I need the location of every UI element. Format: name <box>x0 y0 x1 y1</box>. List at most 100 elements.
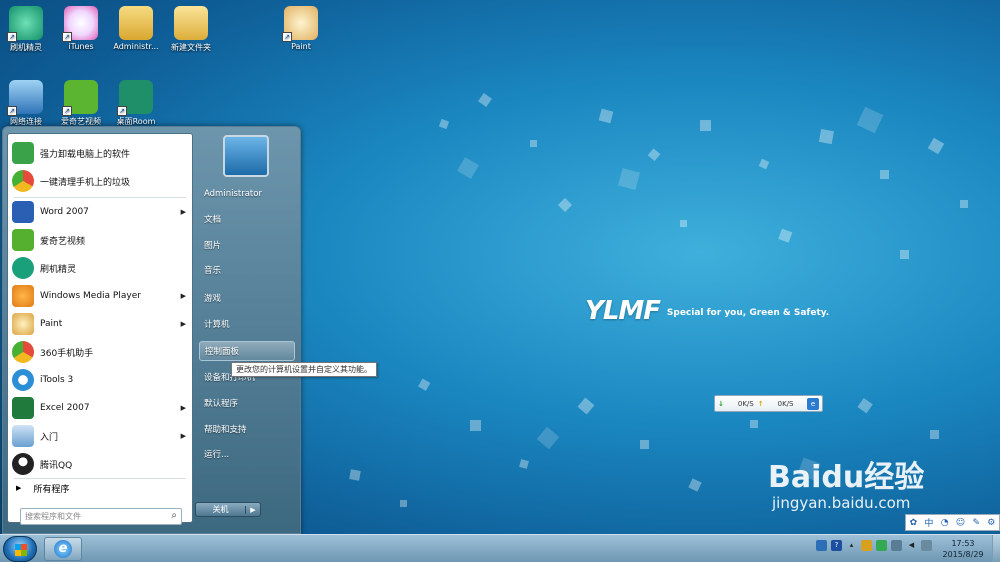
download-arrow-icon: ↓ <box>718 399 724 408</box>
taskbar-ie-button[interactable]: e <box>44 537 82 561</box>
folder-icon <box>174 6 208 40</box>
program-label: 360手机助手 <box>40 348 94 359</box>
program-label: 入门 <box>40 432 59 443</box>
program-item-excel[interactable]: Excel 2007 ▶ <box>8 395 192 421</box>
places-item-help[interactable]: 帮助和支持 <box>199 419 295 439</box>
getting-started-icon <box>12 425 34 447</box>
itunes-icon: ↗ <box>62 6 98 42</box>
network-icon: ↗ <box>7 80 43 116</box>
program-item-iqiyi[interactable]: 爱奇艺视频 <box>8 227 192 253</box>
r-app-icon: ↗ <box>117 80 153 116</box>
program-item-qq[interactable]: 腾讯QQ <box>8 451 192 477</box>
upload-arrow-icon: ↑ <box>757 399 764 408</box>
desktop-icon-network[interactable]: ↗ 网络连接 <box>0 80 56 127</box>
clock-time: 17:53 <box>951 539 975 548</box>
start-search-input[interactable]: 搜索程序和文件 ⌕ <box>20 508 182 525</box>
program-item-getting-started[interactable]: 入门 ▶ <box>8 423 192 449</box>
program-item-itools[interactable]: iTools 3 <box>8 367 192 393</box>
taskbar: e ? ▴ ◀ 17:53 2015/8/29 <box>0 534 1000 562</box>
keyboard-icon[interactable] <box>891 540 902 551</box>
shield-icon[interactable] <box>861 540 872 551</box>
emoji-icon[interactable]: ☺ <box>956 518 965 528</box>
taskbar-clock[interactable]: 17:53 2015/8/29 <box>938 538 988 560</box>
chevron-right-icon: ▶ <box>180 432 186 440</box>
places-item-documents[interactable]: 文档 <box>199 209 295 229</box>
ie-icon: e <box>54 540 72 558</box>
search-icon: ⌕ <box>171 510 177 521</box>
help-icon[interactable]: ? <box>831 540 842 551</box>
program-label: 刷机精灵 <box>40 264 77 275</box>
program-item-word[interactable]: Word 2007 ▶ <box>8 199 192 225</box>
brand-tagline: Special for you, Green & Safety. <box>666 308 830 318</box>
user-picture-icon[interactable] <box>223 135 269 177</box>
settings-icon[interactable]: ⚙ <box>987 518 995 528</box>
tray-expand-icon[interactable]: ▴ <box>846 540 857 551</box>
media-player-icon <box>12 285 34 307</box>
shutdown-options-arrow-icon[interactable]: ▶ <box>245 505 260 514</box>
desktop-icon-administrator[interactable]: Administr... <box>106 6 166 51</box>
shuaji-icon: ↗ <box>7 6 43 42</box>
desktop-icon-paint[interactable]: ↗ Paint <box>271 6 331 51</box>
volume-icon[interactable]: ◀ <box>906 540 917 551</box>
chevron-right-icon: ▶ <box>180 292 186 300</box>
ime-mode-label[interactable]: 中 <box>924 516 933 529</box>
program-label: Excel 2007 <box>40 403 90 413</box>
all-programs-button[interactable]: ▶ 所有程序 <box>8 476 192 500</box>
baidu-watermark-url: jingyan.baidu.com <box>772 494 911 512</box>
places-item-default-programs[interactable]: 默认程序 <box>199 393 295 413</box>
start-menu-places-pane: Administrator 文档 图片 音乐 游戏 计算机 控制面板 设备和打印… <box>197 127 300 531</box>
places-item-pictures[interactable]: 图片 <box>199 235 295 255</box>
360-icon <box>12 341 34 363</box>
places-item-games[interactable]: 游戏 <box>199 288 295 308</box>
chevron-right-icon: ▶ <box>180 320 186 328</box>
user-folder-icon <box>119 6 153 40</box>
ie-icon: e <box>807 397 819 410</box>
program-item-cleaner[interactable]: 一键清理手机上的垃圾 <box>8 168 192 194</box>
all-programs-label: 所有程序 <box>33 484 70 495</box>
security-icon[interactable] <box>876 540 887 551</box>
iqiyi-icon: ↗ <box>62 80 98 116</box>
start-menu: 强力卸载电脑上的软件 一键清理手机上的垃圾 Word 2007 ▶ 爱奇艺视频 … <box>2 126 301 534</box>
places-item-control-panel[interactable]: 控制面板 <box>199 341 295 361</box>
start-button[interactable] <box>3 536 37 562</box>
places-item-administrator[interactable]: Administrator <box>199 184 295 204</box>
shutdown-label: 关机 <box>212 505 229 514</box>
places-item-computer[interactable]: 计算机 <box>199 314 295 334</box>
program-item-media-player[interactable]: Windows Media Player ▶ <box>8 283 192 309</box>
program-label: Word 2007 <box>40 207 89 217</box>
uninstall-icon <box>12 142 34 164</box>
chevron-right-icon: ▶ <box>16 484 22 492</box>
program-item-shuaji[interactable]: 刷机精灵 <box>8 255 192 281</box>
desktop-icon-room[interactable]: ↗ 桌面Room <box>106 80 166 127</box>
desktop-icon-label: Paint <box>291 42 311 51</box>
pen-icon[interactable]: ✎ <box>972 518 980 528</box>
program-label: 强力卸载电脑上的软件 <box>40 149 131 160</box>
network-icon[interactable] <box>921 540 932 551</box>
wallpaper-brand: YLMF Special for you, Green & Safety. <box>585 296 829 326</box>
windows-logo-icon <box>15 544 27 556</box>
ime-toolbar[interactable]: ✿ 中 ◔ ☺ ✎ ⚙ <box>905 514 1000 531</box>
shutdown-button[interactable]: 关机 ▶ <box>195 502 261 517</box>
paw-icon[interactable]: ✿ <box>910 518 918 528</box>
shuaji-icon <box>12 257 34 279</box>
program-label: Windows Media Player <box>40 291 141 301</box>
net-speed-widget[interactable]: ↓ 0K/S ↑ 0K/S e <box>714 395 823 412</box>
show-desktop-button[interactable] <box>992 535 1000 562</box>
places-item-music[interactable]: 音乐 <box>199 260 295 280</box>
program-item-360[interactable]: 360手机助手 <box>8 339 192 365</box>
tray-app-icon[interactable] <box>816 540 827 551</box>
punctuation-icon[interactable]: ◔ <box>941 518 949 528</box>
desktop-icon-label: 刷机精灵 <box>10 43 42 52</box>
iqiyi-icon <box>12 229 34 251</box>
desktop-icon-iqiyi[interactable]: ↗ 爱奇艺视频 <box>51 80 111 127</box>
places-item-run[interactable]: 运行... <box>199 444 295 464</box>
desktop-icon-shuaji[interactable]: ↗ 刷机精灵 <box>0 6 56 53</box>
separator <box>14 197 186 198</box>
desktop-icon-itunes[interactable]: ↗ iTunes <box>51 6 111 51</box>
desktop-icon-new-folder[interactable]: 新建文件夹 <box>161 6 221 53</box>
system-tray: ? ▴ ◀ <box>816 540 932 551</box>
program-item-uninstall[interactable]: 强力卸载电脑上的软件 <box>8 140 192 166</box>
clock-date: 2015/8/29 <box>942 550 984 559</box>
program-item-paint[interactable]: Paint ▶ <box>8 311 192 337</box>
paint-icon: ↗ <box>282 6 318 42</box>
